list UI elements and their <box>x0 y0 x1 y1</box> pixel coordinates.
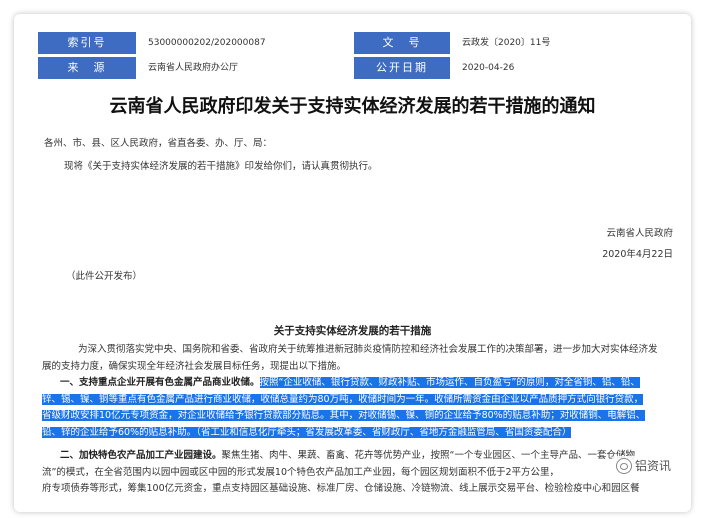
measure-2-line-1: 二、加快特色农产品加工产业园建设。聚焦生猪、肉牛、果蔬、畜禽、花卉等优势产业，按… <box>42 448 686 465</box>
recipients: 各州、市、县、区人民政府，省直各委、办、厅、局： <box>44 138 273 149</box>
publish-date-value: 2020-04-26 <box>462 63 515 73</box>
document-frame: 索引号 53000000202/202000087 文 号 云政发〔2020〕1… <box>14 14 691 512</box>
measure-1-line-4: 铅、锌的企业给予60%的贴息补助。（省工业和信息化厅牵头；省发展改革委、省财政厅… <box>42 426 572 438</box>
wechat-watermark: 铝资讯 <box>611 456 675 475</box>
measure-1-line-2: 锌、锡、镍、铜等重点有色金属产品进行商业收储，收储总量约为80万吨，收储时间为一… <box>42 393 644 405</box>
notice-text: 现将《关于支持实体经济发展的若干措施》印发给你们，请认真贯彻执行。 <box>64 161 378 172</box>
issuer: 云南省人民政府 <box>606 228 673 239</box>
measure-2-paragraph: 二、加快特色农产品加工产业园建设。聚焦生猪、肉牛、果蔬、畜禽、花卉等优势产业，按… <box>42 448 686 498</box>
measure-1-paragraph: 一、支持重点企业开展有色金属产品商业收储。按照“企业收储、银行贷款、财政补贴、市… <box>42 375 686 441</box>
publish-date-label: 公开日期 <box>354 57 450 79</box>
intro-line-1: 为深入贯彻落实党中央、国务院和省委、省政府关于统筹推进新冠肺炎疫情防控和经济社会… <box>78 344 658 355</box>
watermark-text: 铝资讯 <box>634 459 671 473</box>
measure-1-line-1: 一、支持重点企业开展有色金属产品商业收储。按照“企业收储、银行贷款、财政补贴、市… <box>42 375 686 392</box>
document-meta-table: 索引号 53000000202/202000087 文 号 云政发〔2020〕1… <box>38 32 674 82</box>
measure-1-line-3: 省级财政安排10亿元专项资金，对企业收储给予银行贷款部分贴息。其中，对收储锡、镍… <box>42 410 646 421</box>
doc-number-value: 云政发〔2020〕11号 <box>462 38 551 48</box>
meta-row-1: 索引号 53000000202/202000087 文 号 云政发〔2020〕1… <box>38 32 674 54</box>
issue-date: 2020年4月22日 <box>602 249 673 260</box>
document-title: 云南省人民政府印发关于支持实体经济发展的若干措施的通知 <box>109 96 596 117</box>
source-value: 云南省人民政府办公厅 <box>148 63 239 73</box>
index-number-label: 索引号 <box>38 32 136 54</box>
measure-2-line-2: 流”的模式，在全省范围内以园中园或区中园的形式发展10个特色农产品加工产业园，每… <box>42 466 560 478</box>
measure-1-text-1: 按照“企业收储、银行贷款、财政补贴、市场运作、自负盈亏”的原则，对全省铜、铝、铅… <box>259 377 640 388</box>
source-label: 来 源 <box>38 57 136 79</box>
measure-2-line-3: 府专项债券等形式，筹集100亿元资金，重点支持园区基础设施、标准厂房、仓储设施、… <box>42 483 640 494</box>
wechat-icon <box>615 457 632 474</box>
intro-paragraph: 为深入贯彻落实党中央、国务院和省委、省政府关于统筹推进新冠肺炎疫情防控和经济社会… <box>42 342 686 375</box>
intro-line-2: 展的支持力度，确保实现全年经济社会发展目标任务，现提出以下措施。 <box>42 360 347 372</box>
measure-2-text-1: 聚焦生猪、肉牛、果蔬、畜禽、花卉等优势产业，按照“一个专业园区、一个主导产品、一… <box>221 450 635 461</box>
index-number-value: 53000000202/202000087 <box>148 38 266 48</box>
doc-number-label: 文 号 <box>354 32 450 54</box>
meta-row-2: 来 源 云南省人民政府办公厅 公开日期 2020-04-26 <box>38 57 674 79</box>
measure-2-title: 二、加快特色农产品加工产业园建设。 <box>60 450 222 461</box>
section-title: 关于支持实体经济发展的若干措施 <box>273 325 432 337</box>
measure-1-title: 一、支持重点企业开展有色金属产品商业收储。 <box>60 377 260 388</box>
publish-note: （此件公开发布） <box>66 271 143 282</box>
